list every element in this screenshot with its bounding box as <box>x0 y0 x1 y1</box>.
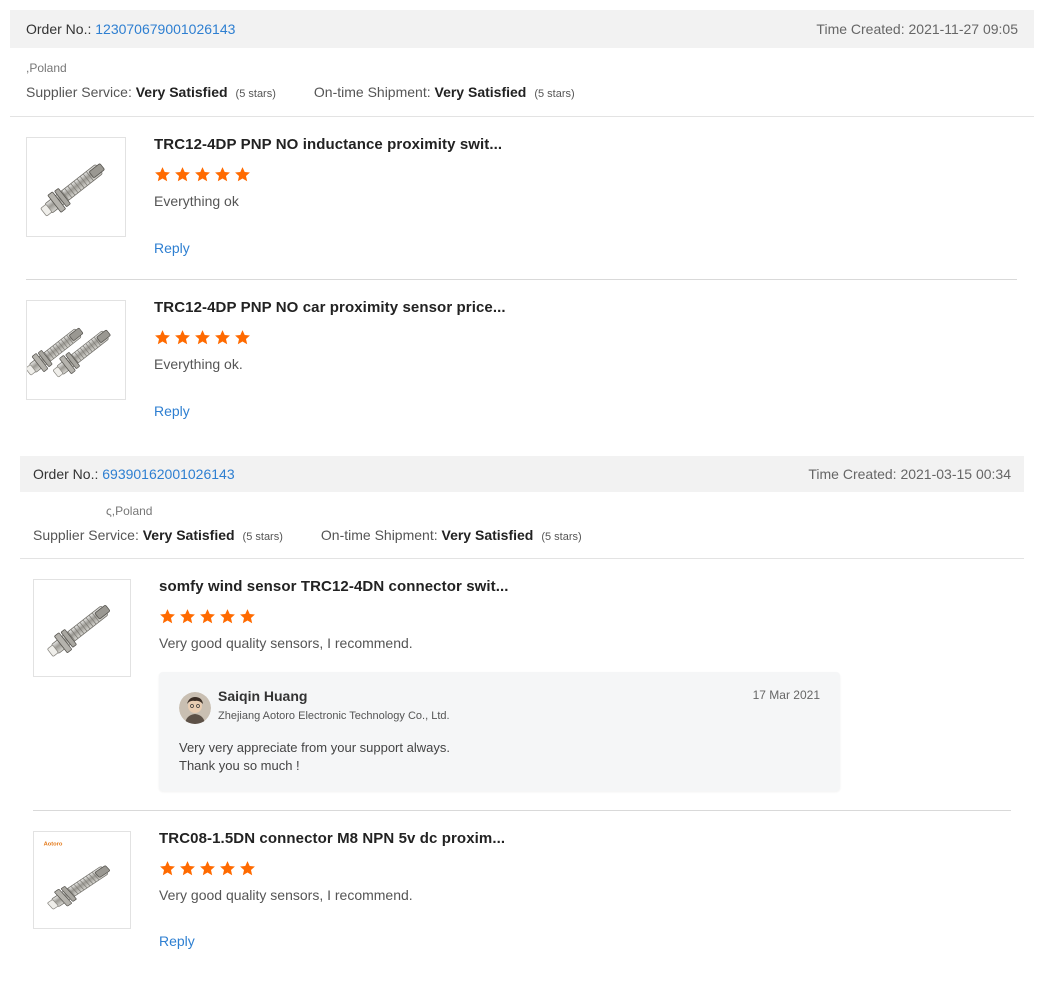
supplier-service-stars: (5 stars) <box>235 88 276 100</box>
time-created-label: Time Created: <box>808 466 897 482</box>
star-icon <box>219 860 236 877</box>
star-icon <box>159 608 176 625</box>
shipment-value: Very Satisfied <box>441 527 534 543</box>
reply-message: Very very appreciate from your support a… <box>179 739 450 775</box>
star-icon <box>179 608 196 625</box>
product-thumbnail[interactable] <box>33 579 131 677</box>
sensor-single-icon <box>34 580 130 676</box>
divider <box>33 810 1011 811</box>
brand-logo: Aotoro <box>44 841 63 847</box>
star-icon <box>159 860 176 877</box>
reply-link[interactable]: Reply <box>154 403 190 419</box>
order-header: Order No.: 69390162001026143 Time Create… <box>20 456 1024 492</box>
shipment-label: On-time Shipment: <box>313 84 431 100</box>
star-rating <box>154 329 251 346</box>
sensor-single-icon <box>27 138 125 236</box>
order-header: Order No.: 123070679001026143 Time Creat… <box>10 10 1034 48</box>
shipment-rating: On-time Shipment: Very Satisfied (5 star… <box>314 84 575 100</box>
time-created: Time Created: 2021-03-15 00:34 <box>808 466 1011 482</box>
divider <box>10 116 1034 117</box>
time-created-label: Time Created: <box>816 21 905 37</box>
sensor-thin-icon: Aotoro <box>34 841 130 928</box>
order-number-group: Order No.: 69390162001026143 <box>33 466 235 482</box>
star-icon <box>174 329 191 346</box>
review-text: Very good quality sensors, I recommend. <box>159 635 413 651</box>
time-created: Time Created: 2021-11-27 09:05 <box>816 21 1018 37</box>
supplier-service-label: Supplier Service: <box>26 84 132 100</box>
order-number-label: Order No.: <box>26 21 92 37</box>
review-text: Everything ok. <box>154 356 243 372</box>
star-icon <box>234 329 251 346</box>
star-rating <box>159 860 256 877</box>
review-text: Very good quality sensors, I recommend. <box>159 887 413 903</box>
order-ratings: Supplier Service: Very Satisfied (5 star… <box>26 84 575 100</box>
star-icon <box>234 166 251 183</box>
seller-reply: Saiqin Huang Zhejiang Aotoro Electronic … <box>159 672 840 791</box>
order-number-link[interactable]: 123070679001026143 <box>95 21 235 37</box>
product-thumbnail[interactable] <box>26 137 126 237</box>
star-icon <box>154 166 171 183</box>
product-title[interactable]: somfy wind sensor TRC12-4DN connector sw… <box>159 578 509 595</box>
star-icon <box>199 608 216 625</box>
star-icon <box>179 860 196 877</box>
supplier-service-label: Supplier Service: <box>33 527 139 543</box>
buyer-country: ,Poland <box>26 61 67 75</box>
reply-date: 17 Mar 2021 <box>752 688 820 702</box>
star-icon <box>194 329 211 346</box>
shipment-rating: On-time Shipment: Very Satisfied (5 star… <box>321 527 582 543</box>
buyer-country: ς,Poland <box>106 504 153 518</box>
shipment-stars: (5 stars) <box>541 531 582 543</box>
star-icon <box>214 166 231 183</box>
divider <box>26 279 1017 280</box>
reply-link[interactable]: Reply <box>159 933 195 949</box>
avatar <box>179 692 211 724</box>
sensor-pair-icon <box>27 301 125 399</box>
supplier-service-value: Very Satisfied <box>142 527 235 543</box>
star-icon <box>199 860 216 877</box>
supplier-service-rating: Supplier Service: Very Satisfied (5 star… <box>26 84 276 100</box>
product-thumbnail[interactable]: Aotoro <box>33 831 131 929</box>
product-title[interactable]: TRC08-1.5DN connector M8 NPN 5v dc proxi… <box>159 830 505 847</box>
star-icon <box>154 329 171 346</box>
reply-message-line: Very very appreciate from your support a… <box>179 740 450 755</box>
shipment-stars: (5 stars) <box>534 88 575 100</box>
product-thumbnail[interactable] <box>26 300 126 400</box>
star-icon <box>214 329 231 346</box>
reply-link[interactable]: Reply <box>154 240 190 256</box>
supplier-service-value: Very Satisfied <box>135 84 228 100</box>
star-icon <box>239 860 256 877</box>
star-icon <box>239 608 256 625</box>
star-rating <box>159 608 256 625</box>
order-ratings: Supplier Service: Very Satisfied (5 star… <box>33 527 582 543</box>
order-number-label: Order No.: <box>33 466 99 482</box>
shipment-label: On-time Shipment: <box>320 527 438 543</box>
star-icon <box>219 608 236 625</box>
star-icon <box>194 166 211 183</box>
shipment-value: Very Satisfied <box>434 84 527 100</box>
order-number-group: Order No.: 123070679001026143 <box>26 21 235 37</box>
supplier-service-stars: (5 stars) <box>242 531 283 543</box>
product-title[interactable]: TRC12-4DP PNP NO car proximity sensor pr… <box>154 299 506 316</box>
product-title[interactable]: TRC12-4DP PNP NO inductance proximity sw… <box>154 136 502 153</box>
reply-message-line: Thank you so much ! <box>179 758 300 773</box>
order-number-link[interactable]: 69390162001026143 <box>102 466 234 482</box>
star-icon <box>174 166 191 183</box>
time-created-value: 2021-11-27 09:05 <box>908 21 1019 37</box>
review-text: Everything ok <box>154 193 239 209</box>
seller-name: Saiqin Huang <box>218 688 308 704</box>
divider <box>20 558 1024 559</box>
seller-company: Zhejiang Aotoro Electronic Technology Co… <box>218 710 450 722</box>
supplier-service-rating: Supplier Service: Very Satisfied (5 star… <box>33 527 283 543</box>
time-created-value: 2021-03-15 00:34 <box>900 466 1011 482</box>
star-rating <box>154 166 251 183</box>
